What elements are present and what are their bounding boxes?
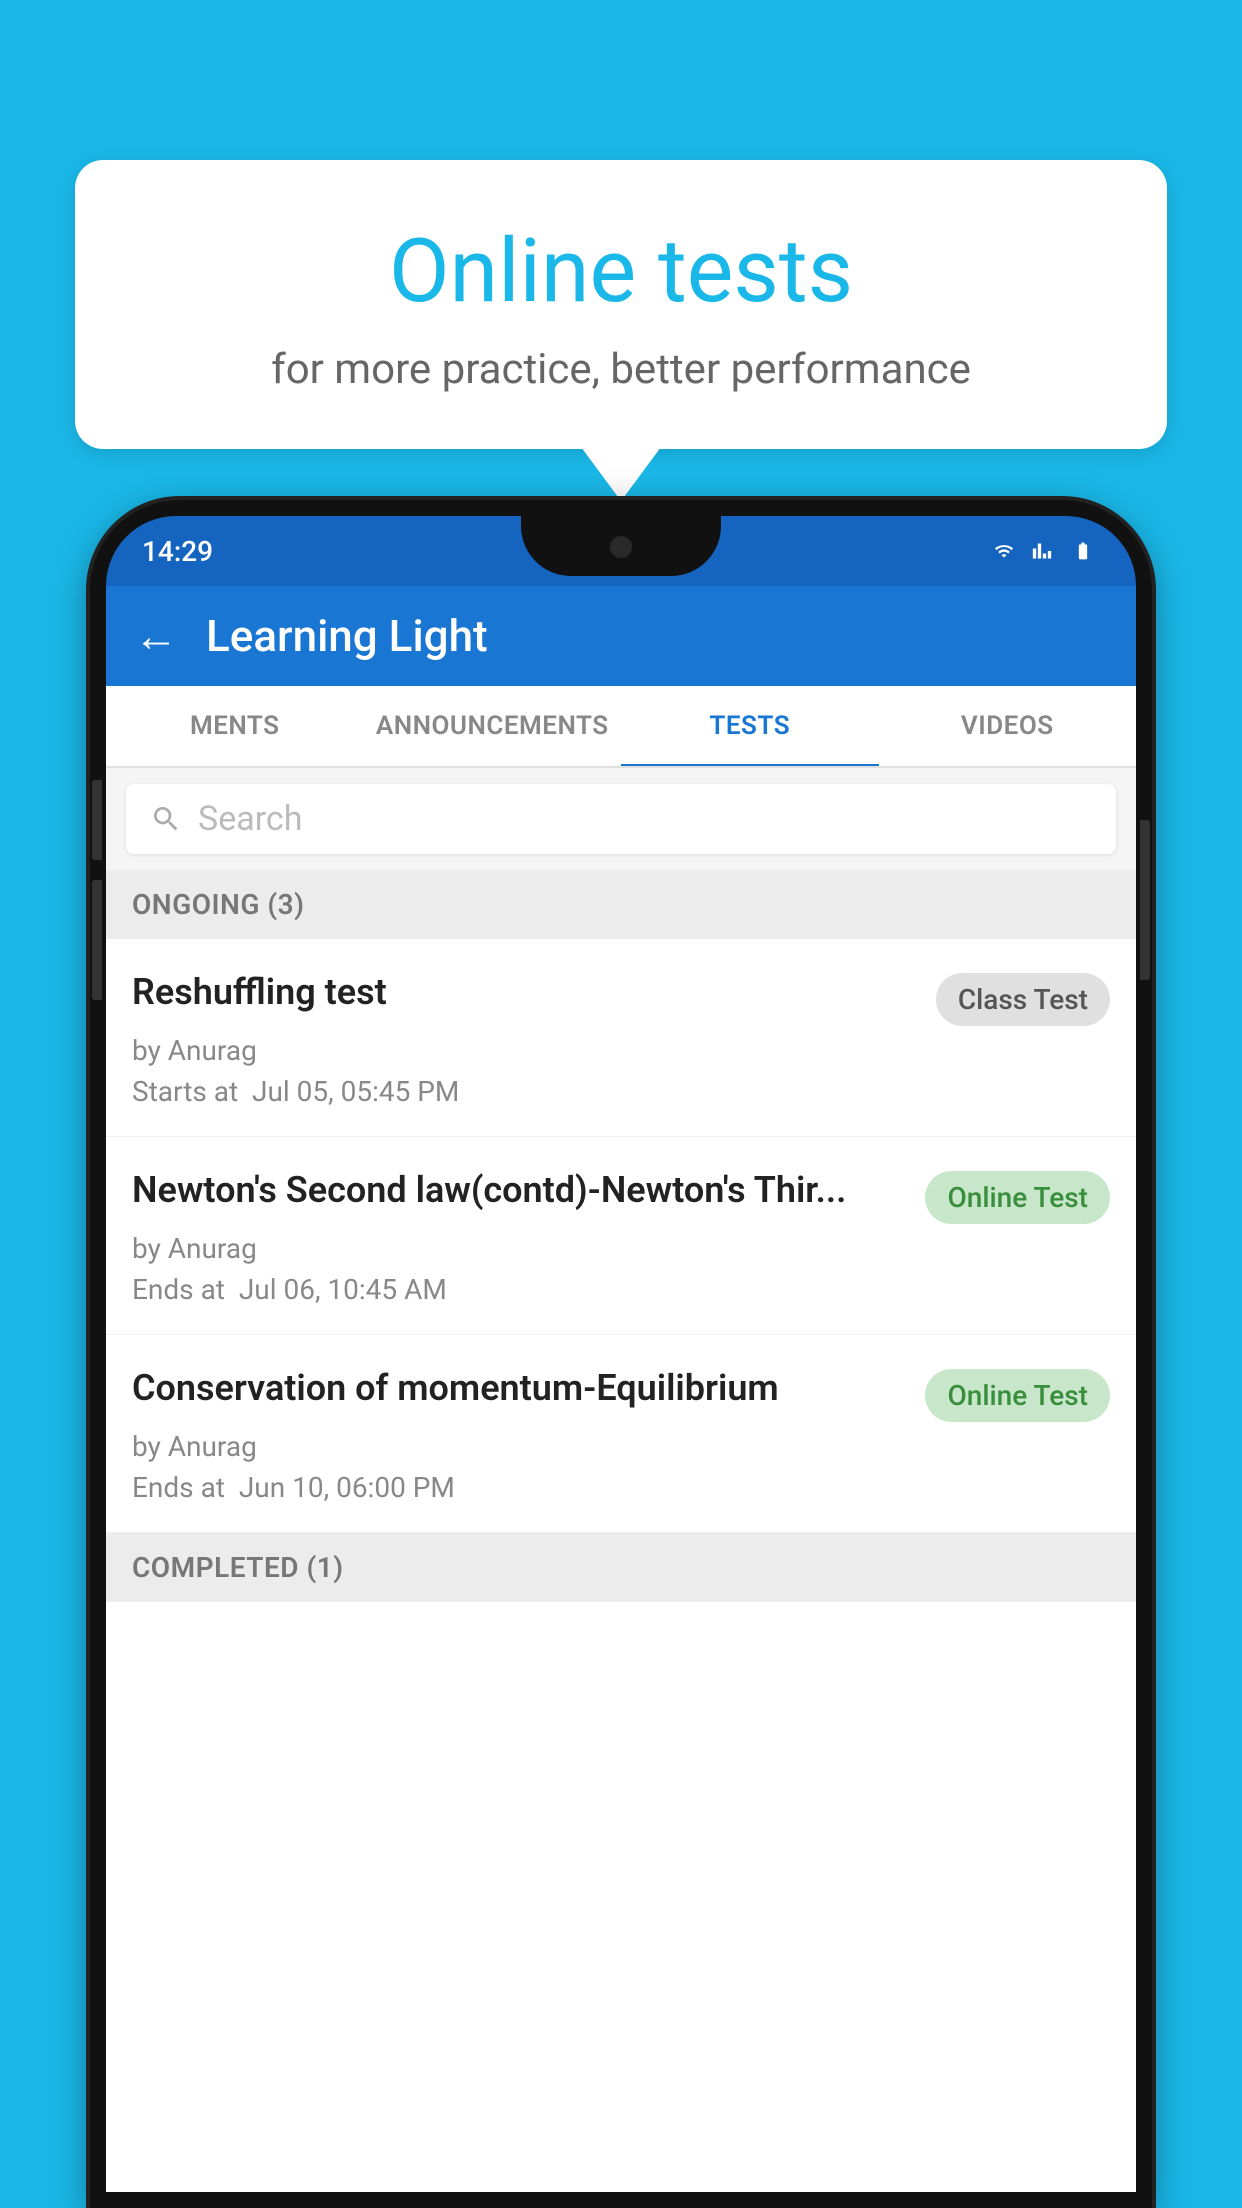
test-item-row: Reshuffling test Class Test: [132, 969, 1110, 1026]
app-bar: ← Learning Light: [106, 586, 1136, 686]
status-bar: 14:29: [106, 516, 1136, 586]
test-date: Ends at Jun 10, 06:00 PM: [132, 1471, 1110, 1504]
test-item-row: Conservation of momentum-Equilibrium Onl…: [132, 1365, 1110, 1422]
test-meta: by Anurag: [132, 1430, 1110, 1463]
back-arrow-icon[interactable]: ←: [134, 610, 178, 662]
bubble-title: Online tests: [135, 220, 1107, 323]
search-container: Search: [106, 768, 1136, 870]
test-date: Ends at Jul 06, 10:45 AM: [132, 1273, 1110, 1306]
test-item-row: Newton's Second law(contd)-Newton's Thir…: [132, 1167, 1110, 1224]
tabs-bar: MENTS ANNOUNCEMENTS TESTS VIDEOS: [106, 686, 1136, 768]
phone-side-left: [92, 780, 102, 860]
test-title: Reshuffling test: [132, 969, 920, 1016]
section-completed: COMPLETED (1): [106, 1533, 1136, 1602]
test-title: Conservation of momentum-Equilibrium: [132, 1365, 909, 1412]
test-meta: by Anurag: [132, 1232, 1110, 1265]
search-bar[interactable]: Search: [126, 784, 1116, 854]
tab-tests[interactable]: TESTS: [621, 686, 879, 766]
wifi-icon: [990, 541, 1018, 561]
tab-videos[interactable]: VIDEOS: [879, 686, 1137, 766]
test-item[interactable]: Newton's Second law(contd)-Newton's Thir…: [106, 1137, 1136, 1335]
test-badge-online: Online Test: [925, 1369, 1110, 1422]
phone-side-right: [1140, 820, 1150, 980]
test-badge-online: Online Test: [925, 1171, 1110, 1224]
tab-announcements[interactable]: ANNOUNCEMENTS: [364, 686, 622, 766]
search-icon: [150, 803, 182, 835]
battery-icon: [1066, 541, 1100, 561]
test-title: Newton's Second law(contd)-Newton's Thir…: [132, 1167, 909, 1214]
search-placeholder: Search: [198, 799, 302, 839]
tab-ments[interactable]: MENTS: [106, 686, 364, 766]
test-date: Starts at Jul 05, 05:45 PM: [132, 1075, 1110, 1108]
section-ongoing: ONGOING (3): [106, 870, 1136, 939]
speech-bubble: Online tests for more practice, better p…: [75, 160, 1167, 449]
phone-screen: ← Learning Light MENTS ANNOUNCEMENTS TES…: [106, 586, 1136, 2192]
test-item[interactable]: Reshuffling test Class Test by Anurag St…: [106, 939, 1136, 1137]
app-bar-title: Learning Light: [206, 610, 488, 662]
signal-icon: [1028, 541, 1056, 561]
bubble-subtitle: for more practice, better performance: [135, 345, 1107, 394]
test-meta: by Anurag: [132, 1034, 1110, 1067]
test-badge-class: Class Test: [936, 973, 1110, 1026]
status-icons: [990, 541, 1100, 561]
phone-frame: 14:29 ← Learning Light MENTS ANNOUNCEMEN…: [90, 500, 1152, 2208]
status-time: 14:29: [142, 535, 213, 568]
phone-side-left2: [92, 880, 102, 1000]
camera: [610, 536, 632, 558]
test-item[interactable]: Conservation of momentum-Equilibrium Onl…: [106, 1335, 1136, 1533]
